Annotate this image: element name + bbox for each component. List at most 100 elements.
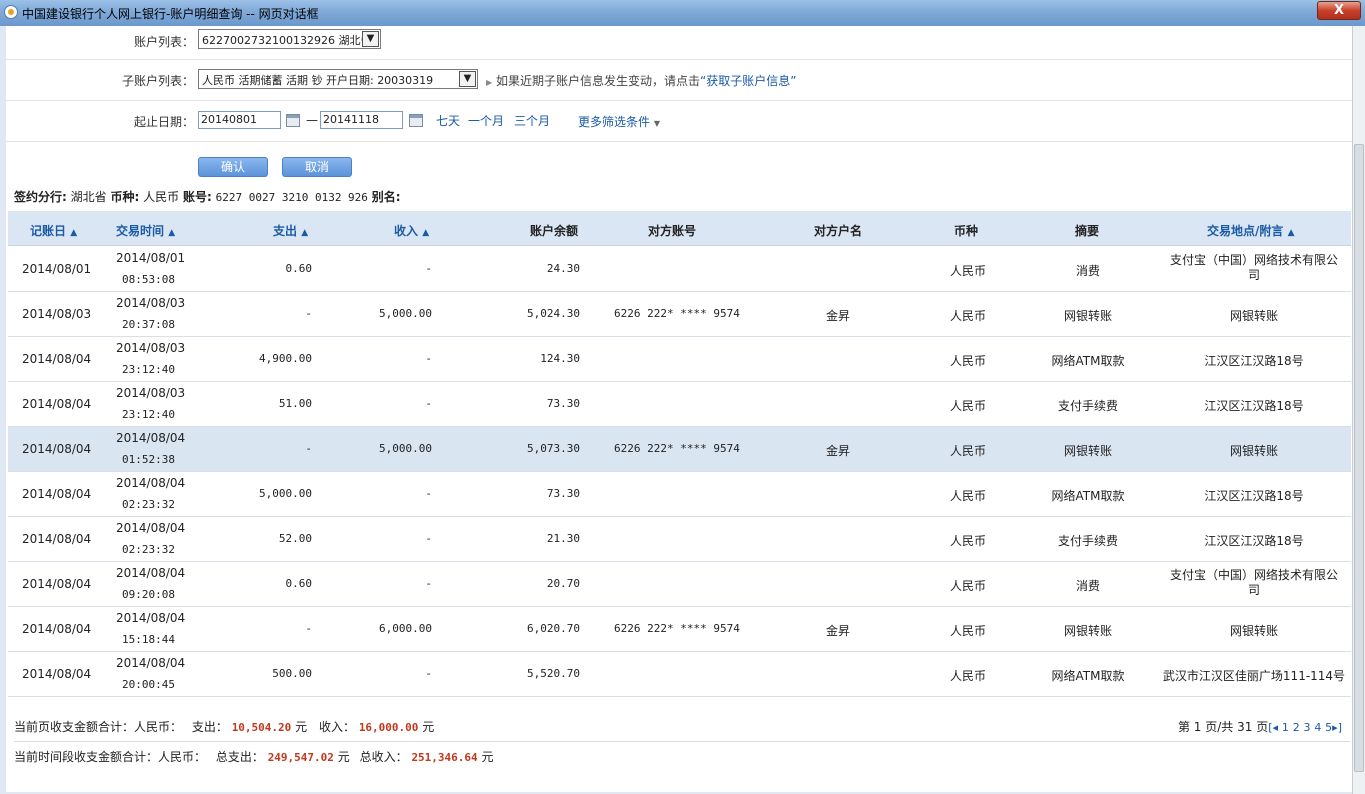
more-filters-label: 更多筛选条件	[578, 115, 651, 129]
chevron-down-icon[interactable]: ▼	[459, 71, 476, 87]
calendar-icon[interactable]	[409, 114, 423, 127]
cell-date: 2014/08/01	[22, 262, 92, 276]
header-place[interactable]: 交易地点/附言 ▲	[1207, 222, 1295, 239]
sort-icon: ▲	[422, 228, 430, 238]
end-date-input[interactable]: 20141118	[320, 111, 403, 129]
cell-balance: 5,073.30	[527, 442, 580, 455]
alias-label: 别名:	[371, 190, 401, 204]
cell-trade-time: 20:37:08	[122, 318, 175, 331]
period-summary: 当前时间段收支金额合计：人民币： 总支出： 249,547.02 元 总收入： …	[14, 748, 494, 765]
start-date-input[interactable]: 20140801	[198, 111, 281, 129]
page-link-4[interactable]: 4	[1314, 721, 1321, 734]
cancel-button[interactable]: 取消	[282, 157, 352, 177]
table-row[interactable]: 2014/08/03 2014/08/03 20:37:08 - 5,000.00 5,0…	[8, 292, 1351, 337]
table-row[interactable]: 2014/08/04 2014/08/04 01:52:38 - 5,000.00 5,0…	[8, 427, 1351, 472]
confirm-button[interactable]: 确认	[198, 157, 268, 177]
table-row[interactable]: 2014/08/04 2014/08/03 23:12:40 4,900.00 - 124…	[8, 337, 1351, 382]
cell-trade-date: 2014/08/04	[116, 431, 186, 445]
page-info: 第 1 页/共 31 页	[1177, 720, 1269, 734]
account-select-value: 6227002732100132926 湖北省	[202, 34, 372, 47]
header-place-label: 交易地点/附言	[1207, 224, 1284, 238]
scrollbar-thumb[interactable]	[1354, 144, 1364, 772]
page-summary: 当前页收支金额合计：人民币： 支出： 10,504.20 元 收入： 16,00…	[14, 718, 1350, 742]
table-row[interactable]: 2014/08/04 2014/08/04 02:23:32 5,000.00 - 73.…	[8, 472, 1351, 517]
header-date[interactable]: 记账日 ▲	[30, 222, 77, 239]
header-out[interactable]: 支出 ▲	[273, 222, 308, 239]
cell-summary: 网银转账	[1063, 444, 1112, 458]
cell-out: -	[305, 622, 312, 635]
sort-icon: ▲	[168, 228, 176, 238]
cell-counterparty-name: 金昇	[825, 309, 850, 323]
cell-date: 2014/08/04	[22, 622, 92, 636]
table-row[interactable]: 2014/08/04 2014/08/04 09:20:08 0.60 - 20.70 人民…	[8, 562, 1351, 607]
table-row[interactable]: 2014/08/04 2014/08/04 15:18:44 - 6,000.00 6,0…	[8, 607, 1351, 652]
cell-out: 0.60	[285, 577, 313, 590]
table-row[interactable]: 2014/08/04 2014/08/04 02:23:32 52.00 - 21.30 人…	[8, 517, 1351, 562]
date-range-label: 起止日期：	[133, 115, 194, 129]
page-link-1[interactable]: 1	[1282, 721, 1289, 734]
unit-label: 元	[295, 720, 308, 734]
cell-summary: 支付手续费	[1057, 534, 1118, 548]
cell-trade-date: 2014/08/03	[116, 341, 186, 355]
page-link-3[interactable]: 3	[1304, 721, 1311, 734]
sub-account-select[interactable]: 人民币 活期储蓄 活期 钞 开户日期: 20030319 ▼	[198, 69, 478, 89]
header-summary: 摘要	[1075, 224, 1100, 238]
header-time[interactable]: 交易时间 ▲	[116, 222, 175, 239]
prev-page-link[interactable]: [◂	[1268, 721, 1278, 734]
sub-account-select-value: 人民币 活期储蓄 活期 钞 开户日期: 20030319	[202, 74, 434, 87]
currency-value: 人民币	[143, 190, 180, 204]
cell-in: -	[425, 352, 432, 365]
cell-trade-date: 2014/08/01	[116, 251, 186, 265]
header-balance: 账户余额	[530, 224, 579, 238]
cell-trade-time: 08:53:08	[122, 273, 175, 286]
header-date-label: 记账日	[30, 224, 67, 238]
header-in[interactable]: 收入 ▲	[394, 222, 429, 239]
cell-in: 5,000.00	[379, 307, 432, 320]
close-button[interactable]: X	[1317, 1, 1361, 20]
cell-in: -	[425, 262, 432, 275]
vertical-scrollbar[interactable]	[1352, 26, 1365, 794]
cell-trade-date: 2014/08/04	[116, 476, 186, 490]
cell-trade-time: 02:23:32	[122, 543, 175, 556]
quick-range-7days[interactable]: 七天	[436, 112, 460, 129]
refresh-sub-account-link[interactable]: “获取子账户信息”	[700, 74, 796, 88]
cell-trade-date: 2014/08/04	[116, 566, 186, 580]
quick-range-1month[interactable]: 一个月	[468, 112, 504, 129]
cell-trade-time: 02:23:32	[122, 498, 175, 511]
currency-label: 币种:	[110, 190, 140, 204]
unit-label: 元	[422, 720, 435, 734]
next-page-link[interactable]: ▸]	[1332, 721, 1342, 734]
unit-label: 元	[481, 750, 494, 764]
cell-currency: 人民币	[949, 309, 986, 323]
cell-place: 江汉区江汉路18号	[1204, 399, 1304, 413]
pagination: 第 1 页/共 31 页[◂ 1 2 3 4 5▸]	[1178, 718, 1342, 735]
cell-trade-date: 2014/08/04	[116, 521, 186, 535]
cell-trade-date: 2014/08/04	[116, 656, 186, 670]
ie-page-icon	[4, 5, 18, 19]
cell-place: 江汉区江汉路18号	[1204, 534, 1304, 548]
cell-balance: 5,024.30	[527, 307, 580, 320]
cell-out: 52.00	[278, 532, 312, 545]
chevron-down-icon[interactable]: ▼	[362, 31, 379, 47]
quick-range-3months[interactable]: 三个月	[514, 112, 550, 129]
cell-currency: 人民币	[949, 534, 986, 548]
page-summary-label: 当前页收支金额合计：人民币：	[14, 720, 183, 734]
table-header: 记账日 ▲ 交易时间 ▲ 支出 ▲ 收入 ▲ 账户余额 对方账号 对方户名 币种…	[8, 211, 1351, 246]
cell-counterparty-account: 6226 222* **** 9574	[614, 622, 740, 635]
sort-icon: ▲	[70, 228, 78, 238]
account-label: 账号:	[182, 190, 212, 204]
table-row[interactable]: 2014/08/01 2014/08/01 08:53:08 0.60 - 24.30 人民…	[8, 247, 1351, 292]
table-row[interactable]: 2014/08/04 2014/08/04 20:00:45 500.00 - 5,520…	[8, 652, 1351, 697]
cell-trade-date: 2014/08/03	[116, 296, 186, 310]
cell-currency: 人民币	[949, 669, 986, 683]
cell-summary: 网银转账	[1063, 624, 1112, 638]
cell-date: 2014/08/03	[22, 307, 92, 321]
cell-currency: 人民币	[949, 264, 986, 278]
calendar-icon[interactable]	[286, 114, 300, 127]
header-currency: 币种	[954, 224, 979, 238]
more-filters-toggle[interactable]: 更多筛选条件 ▼	[578, 113, 660, 130]
cell-currency: 人民币	[949, 354, 986, 368]
table-row[interactable]: 2014/08/04 2014/08/03 23:12:40 51.00 - 73.30 人…	[8, 382, 1351, 427]
page-link-2[interactable]: 2	[1293, 721, 1300, 734]
account-select[interactable]: 6227002732100132926 湖北省 ▼	[198, 29, 381, 49]
